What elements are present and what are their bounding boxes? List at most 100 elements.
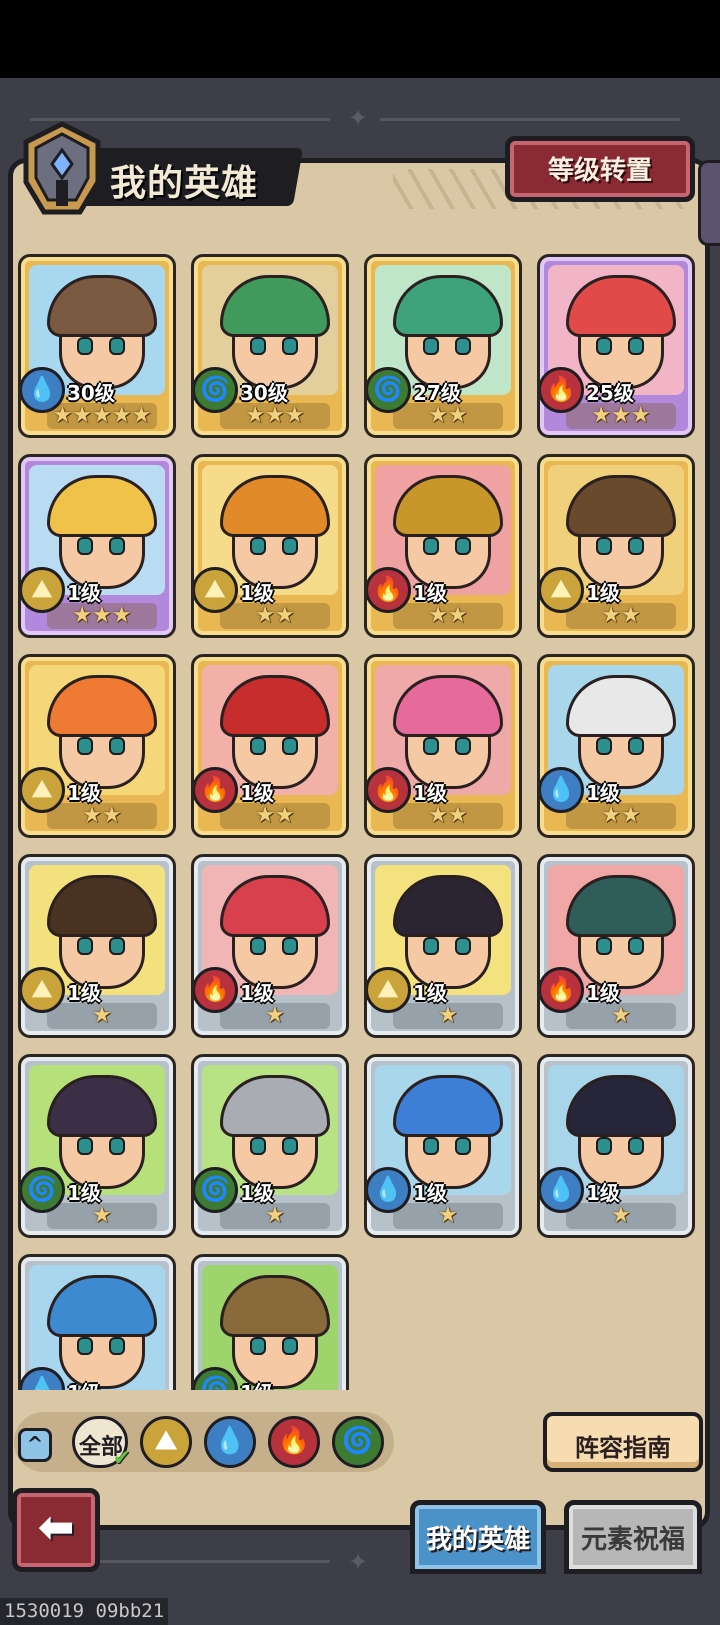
hero-card[interactable]: ★ 🌀 1级 [18,1054,176,1238]
hero-hair [47,875,157,937]
hero-card[interactable]: ★★ 💧 1级 [537,654,695,838]
wood-element-icon: 🌀 [367,367,411,413]
hero-card[interactable]: ★ 💧 1级 [537,1054,695,1238]
hero-eye [628,737,644,755]
hero-hair [47,275,157,337]
earth-element-icon: ⛰ [21,767,65,813]
hero-eye [282,937,298,955]
fire-element-icon: 🔥 [540,967,584,1013]
water-element-icon: 💧 [367,1167,411,1213]
hero-card[interactable]: ★★ ⛰ 1级 [191,454,349,638]
hero-grid[interactable]: ★★★★★ 💧 30级 ★★★ 🌀 30级 ★★ 🌀 27级 ★★★ 🔥 25级 ★★★ ⛰ 1级 ★★ ⛰ 1级… [18,254,704,1390]
hero-level: 1级 [413,1181,447,1205]
filter-all-button[interactable]: 全部 ✔ [72,1416,131,1471]
hero-level: 1级 [240,581,274,605]
hero-eye [77,337,93,355]
hero-card[interactable]: ★ 🔥 1级 [191,854,349,1038]
hero-stars: ★★ [47,803,157,829]
hero-card[interactable]: ★ 💧 1级 [364,1054,522,1238]
hero-hair [220,675,330,737]
build-id: 1530019 09bb21 [0,1598,169,1625]
hero-hair [566,275,676,337]
hero-hair [47,675,157,737]
hero-card[interactable]: ★ 🌀 1级 [191,1054,349,1238]
hero-hair [393,275,503,337]
tab-my-heroes[interactable]: 我的英雄 [410,1500,546,1574]
hero-stars: ★ [393,1203,503,1229]
hero-hair [393,875,503,937]
hero-stars: ★ [47,1003,157,1029]
hero-hair [47,475,157,537]
hero-eye [282,737,298,755]
water-element-icon: 💧 [540,767,584,813]
back-button[interactable]: ⬅ [12,1488,100,1572]
hero-card[interactable]: ★ 🔥 1级 [537,854,695,1038]
hero-card[interactable]: ★★★ 🌀 30级 [191,254,349,438]
hero-card[interactable]: ★★ ⛰ 1级 [537,454,695,638]
hero-eye [250,737,266,755]
filter-earth-button[interactable]: ⛰ [140,1416,192,1468]
hero-hair [566,475,676,537]
hero-card[interactable]: ★★ 🔥 1级 [364,654,522,838]
hero-stars: ★★ [393,603,503,629]
background-ornament-star: ✦ [348,104,369,132]
hero-hair [393,1075,503,1137]
fire-element-icon: 🔥 [367,567,411,613]
hero-eye [423,737,439,755]
hero-eye [455,537,471,555]
hero-card[interactable]: ★★★★★ 💧 30级 [18,254,176,438]
wood-element-icon: 🌀 [194,1167,238,1213]
hero-card[interactable]: 💧1级 [18,1254,176,1390]
hero-eye [455,937,471,955]
hero-eye [455,337,471,355]
hero-eye [109,1337,125,1355]
hero-eye [596,537,612,555]
hero-hair [566,1075,676,1137]
check-icon: ✔ [112,1446,131,1471]
hero-card[interactable]: ★ ⛰ 1级 [364,854,522,1038]
hero-card[interactable]: ★★ 🔥 1级 [364,454,522,638]
background-ornament-star: ✦ [348,1548,369,1576]
filter-water-button[interactable]: 💧 [204,1416,256,1468]
lineup-guide-button[interactable]: 阵容指南 [543,1412,703,1472]
hero-eye [77,937,93,955]
hero-level: 1级 [413,581,447,605]
hero-hair [220,475,330,537]
hero-eye [109,1137,125,1155]
hero-eye [628,337,644,355]
hero-level: 27级 [413,381,461,405]
hero-eye [423,337,439,355]
hero-level: 1级 [67,981,101,1005]
hero-eye [423,1137,439,1155]
collapse-button[interactable]: ^ [18,1428,52,1462]
tab-element-blessing[interactable]: 元素祝福 [564,1500,702,1574]
fire-element-icon: 🔥 [367,767,411,813]
hero-card[interactable]: 🌀1级 [191,1254,349,1390]
filter-fire-button[interactable]: 🔥 [268,1416,320,1468]
hero-card[interactable]: ★★★ 🔥 25级 [537,254,695,438]
helmet-icon [23,121,101,215]
hero-level: 1级 [586,1181,620,1205]
hero-card[interactable]: ★★★ ⛰ 1级 [18,454,176,638]
hero-level: 1级 [413,781,447,805]
hero-eye [77,1137,93,1155]
earth-element-icon: ⛰ [194,567,238,613]
water-element-icon: 💧 [540,1167,584,1213]
rank-transfer-button[interactable]: 等级转置 [505,136,695,202]
hero-card[interactable]: ★★ 🔥 1级 [191,654,349,838]
water-element-icon: 💧 [21,367,65,413]
hero-card[interactable]: ★★ 🌀 27级 [364,254,522,438]
earth-element-icon: ⛰ [540,567,584,613]
filter-wood-button[interactable]: 🌀 [332,1416,384,1468]
hero-eye [423,537,439,555]
hero-eye [282,1137,298,1155]
hero-card[interactable]: ★★ ⛰ 1级 [18,654,176,838]
hero-eye [109,937,125,955]
earth-element-icon: ⛰ [21,567,65,613]
hero-hair [220,875,330,937]
hero-eye [596,1137,612,1155]
hero-card[interactable]: ★ ⛰ 1级 [18,854,176,1038]
rank-transfer-label: 等级转置 [547,156,652,186]
fire-element-icon: 🔥 [194,767,238,813]
hero-level: 1级 [586,981,620,1005]
